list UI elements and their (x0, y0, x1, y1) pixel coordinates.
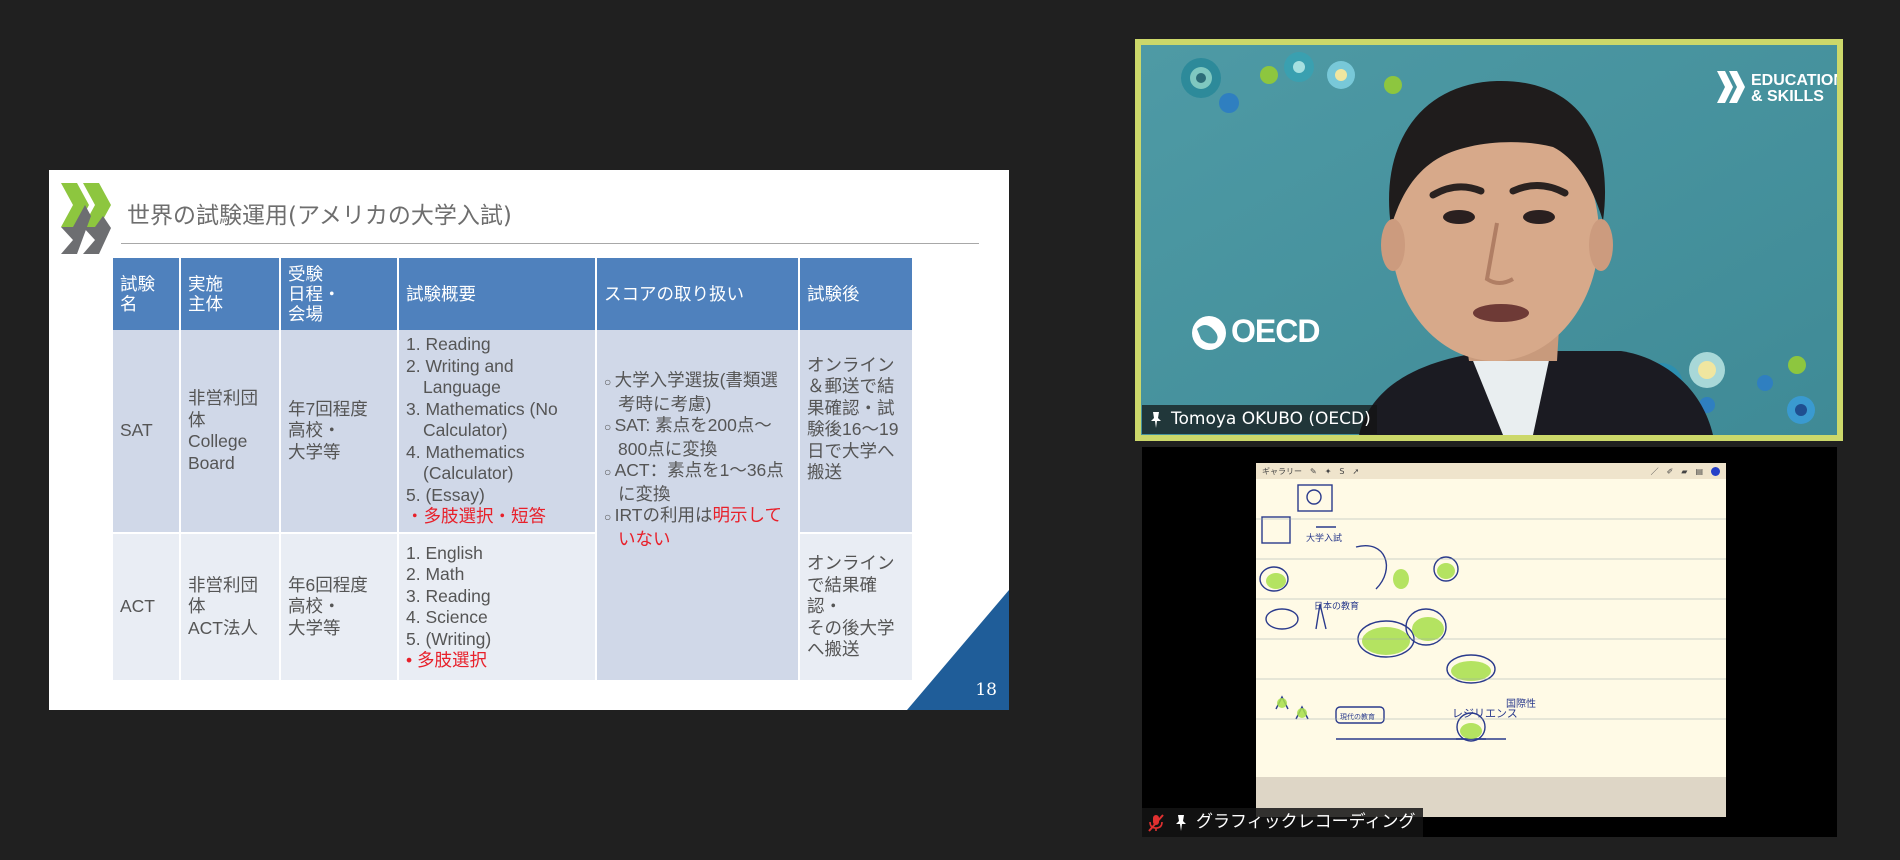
list-item: ○ ACT：素点を1～36点に変換 (604, 460, 784, 504)
table-header-row: 試験名 実施 主体 受験 日程・ 会場 試験概要 スコアの取り扱い 試験後 (113, 258, 914, 330)
overview-act: 1. English 2. Math 3. Reading 4. Science… (398, 532, 597, 680)
slide-page-number: 18 (975, 680, 997, 700)
wrench-icon[interactable]: ✎ (1310, 467, 1317, 476)
sketch-label-education: 日本の教育 (1314, 600, 1359, 612)
header-organizer: 実施 主体 (180, 258, 281, 330)
list-item: 1. Reading (406, 334, 491, 355)
exam-name-sat: SAT (113, 330, 181, 533)
magic-icon[interactable]: ✦ (1325, 467, 1332, 476)
layers-icon[interactable]: ▤ (1695, 467, 1703, 476)
exam-comparison-table: 試験名 実施 主体 受験 日程・ 会場 試験概要 スコアの取り扱い 試験後 SAT 非… (113, 258, 914, 680)
list-item: 2. Writing and Language (406, 355, 514, 398)
after-act: オンライン で結果確認・ その後大学 へ搬送 (799, 532, 914, 680)
organizer-act: 非営利団体 ACT法人 (180, 532, 281, 680)
muted-mic-icon (1148, 813, 1164, 832)
transform-icon[interactable]: ➚ (1352, 467, 1359, 476)
list-item: 4. Science (406, 607, 488, 627)
list-item: 3. Mathematics (No Calculator) (406, 398, 558, 441)
overview-note-sat: ・多肢選択・短答 (406, 506, 546, 527)
after-sat: オンライン ＆郵送で結 果確認・試 験後16～19 日で大学へ 搬送 (799, 330, 914, 533)
sketch-label-international: 国際性 (1506, 697, 1536, 710)
presentation-slide: 世界の試験運用(アメリカの大学入試) 試験名 実施 主体 受験 日程・ 会場 試験概要… (49, 170, 1009, 710)
list-item: 2. Math (406, 564, 465, 584)
slide-title: 世界の試験運用(アメリカの大学入試) (127, 203, 512, 229)
brand-label: EDUCATION & SKILLS (1751, 72, 1837, 105)
list-item: 1. English (406, 542, 483, 563)
speaker-video: OECD EDUCATION & SKILLS (1141, 45, 1837, 435)
exam-name-act: ACT (113, 532, 181, 680)
speaker-video-tile[interactable]: OECD EDUCATION & SKILLS (1135, 39, 1843, 441)
speaker-name-tag: Tomoya OKUBO (OECD) (1142, 405, 1377, 434)
gallery-button[interactable]: ギャラリー (1262, 466, 1302, 477)
graphic-recording-canvas: ギャラリー ✎ ✦ S ➚ ／ ✐ ▰ ▤ 日本の教育 レジリエンス 国際性 大… (1256, 463, 1726, 817)
header-overview: 試験概要 (398, 258, 597, 330)
smudge-icon[interactable]: ✐ (1667, 467, 1674, 476)
score-handling: ○ 大学入学選抜(書類選考時に考慮) ○ SAT: 素点を200点～800点に変… (596, 330, 800, 680)
schedule-sat: 年7回程度 高校・ 大学等 (280, 330, 399, 533)
list-item: ○ IRTの利用は明示していない (604, 505, 782, 549)
title-divider (121, 243, 979, 244)
pin-icon (1176, 814, 1186, 831)
speaker-name: Tomoya OKUBO (OECD) (1171, 409, 1371, 429)
speaker-video-frame (1141, 45, 1837, 435)
list-item: 5. (Essay) (406, 484, 485, 505)
overview-note-act: • 多肢選択 (406, 650, 487, 670)
sketch-label-admission: 大学入試 (1306, 532, 1342, 544)
list-item: ○ SAT: 素点を200点～800点に変換 (604, 415, 772, 459)
pin-icon (1151, 411, 1161, 428)
list-item: 5. (Writing) (406, 628, 492, 649)
sketch-label-modern: 現代の教育 (1340, 712, 1375, 721)
schedule-act: 年6回程度 高校・ 大学等 (280, 532, 399, 680)
list-item: 4. Mathematics (Calculator) (406, 441, 525, 484)
header-exam-name: 試験名 (113, 258, 181, 330)
graphic-recording-name: グラフィックレコーディング (1196, 812, 1416, 832)
selection-icon[interactable]: S (1339, 467, 1344, 476)
header-schedule: 受験 日程・ 会場 (280, 258, 399, 330)
oecd-chevron-logo (61, 183, 111, 254)
graphic-recording-name-tag: グラフィックレコーディング (1142, 808, 1424, 837)
table-row: SAT 非営利団体 College Board 年7回程度 高校・ 大学等 1. Rea… (113, 330, 914, 680)
graphic-recording-tile[interactable]: ギャラリー ✎ ✦ S ➚ ／ ✐ ▰ ▤ 日本の教育 レジリエンス 国際性 大… (1142, 447, 1837, 837)
overview-sat: 1. Reading 2. Writing and Language 3. Ma… (398, 330, 597, 533)
list-item: 3. Reading (406, 585, 491, 606)
sketchnote-drawing: 日本の教育 レジリエンス 国際性 大学入試 現代の教育 (1256, 484, 1726, 742)
header-after: 試験後 (799, 258, 914, 330)
color-picker-icon[interactable] (1711, 466, 1720, 476)
oecd-watermark: OECD (1231, 313, 1320, 349)
brush-icon[interactable]: ／ (1651, 466, 1659, 477)
drawing-app-toolbar: ギャラリー ✎ ✦ S ➚ ／ ✐ ▰ ▤ (1256, 463, 1726, 479)
header-score: スコアの取り扱い (596, 258, 800, 330)
organizer-sat: 非営利団体 College Board (180, 330, 281, 533)
list-item: ○ 大学入学選抜(書類選考時に考慮) (604, 370, 778, 414)
eraser-icon[interactable]: ▰ (1681, 467, 1687, 476)
